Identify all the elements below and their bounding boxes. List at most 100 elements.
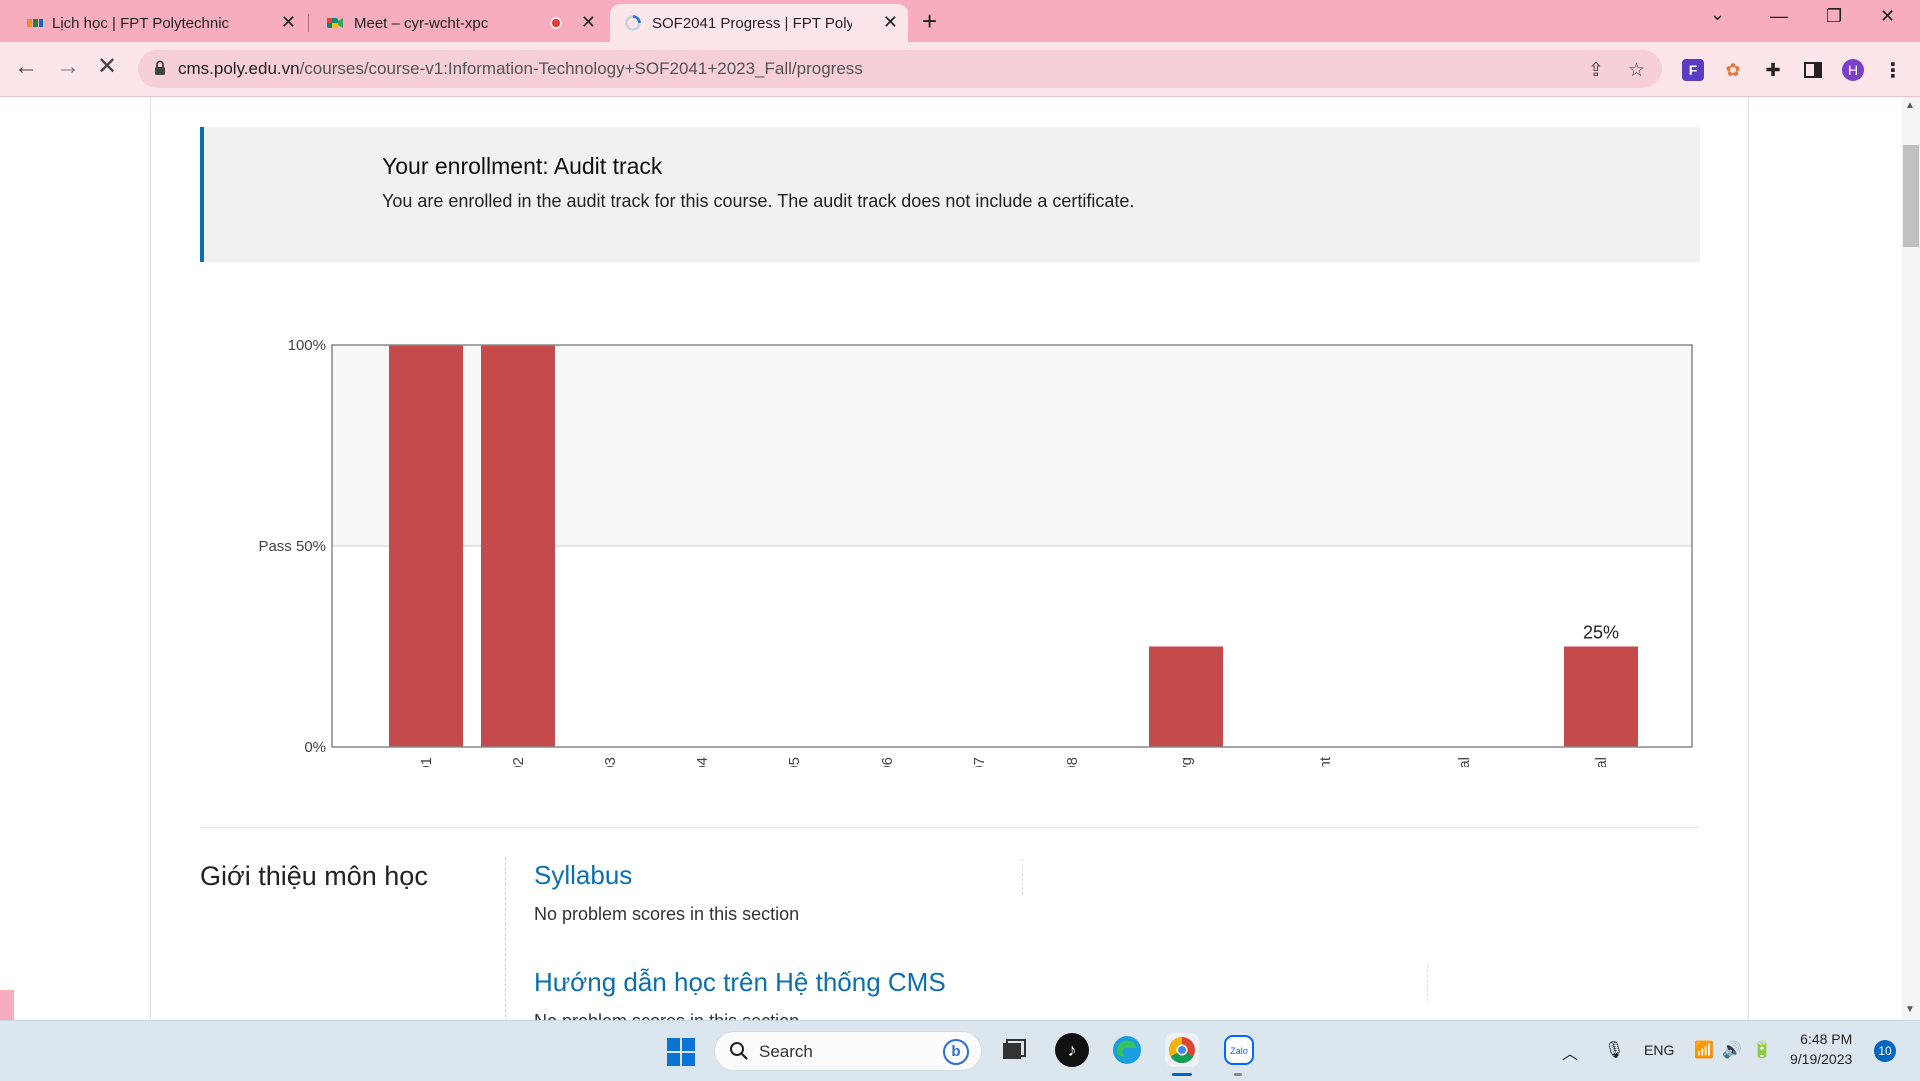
bookmark-star-icon[interactable]: ☆	[1628, 59, 1645, 82]
chrome-icon[interactable]	[1165, 1033, 1199, 1067]
loading-spinner-icon	[625, 15, 641, 31]
tiktok-icon[interactable]: ♪	[1055, 1033, 1089, 1067]
windows-taskbar: Search b ♪ Zalo ︿ 🎙 ENG 📶 🔊 🔋 6:48 PM 9/…	[0, 1020, 1920, 1081]
bar-quiz-avg	[1149, 646, 1223, 747]
fpt-icon	[27, 19, 43, 27]
profile-avatar[interactable]: H	[1842, 59, 1864, 81]
stop-loading-icon[interactable]: ✕	[97, 55, 117, 79]
x-tick-label: Quiz 03	[602, 757, 619, 767]
language-indicator[interactable]: ENG	[1644, 1042, 1674, 1058]
tab-close-icon[interactable]: ✕	[581, 13, 596, 31]
tab-title: SOF2041 Progress | FPT Polytechni	[652, 14, 852, 32]
content-frame-right	[1748, 97, 1749, 1020]
svg-text:Zalo: Zalo	[1230, 1046, 1248, 1056]
zalo-icon[interactable]: Zalo	[1222, 1033, 1256, 1067]
lock-icon	[155, 60, 165, 75]
show-hidden-icons-chevron-icon[interactable]: ︿	[1562, 1040, 1578, 1064]
subsection-separator	[1427, 965, 1428, 1001]
side-panel-icon[interactable]	[1802, 59, 1824, 81]
system-clock[interactable]: 6:48 PM 9/19/2023	[1790, 1029, 1852, 1069]
bar-quiz-02	[481, 345, 555, 747]
edge-icon[interactable]	[1110, 1033, 1144, 1067]
subsection-note: No problem scores in this section	[534, 904, 800, 924]
scroll-down-arrow-icon[interactable]: ▼	[1905, 1004, 1915, 1015]
microphone-icon[interactable]: 🎙	[1604, 1040, 1624, 1060]
x-tick-label: Total	[1593, 757, 1610, 767]
close-window-icon[interactable]: ✕	[1880, 6, 1895, 27]
subsection-separator	[1022, 859, 1023, 895]
tab-search-chevron-icon[interactable]: ⌄	[1710, 4, 1725, 25]
url-path: /courses/course-v1:Information-Technolog…	[299, 59, 863, 78]
page-edge-marker	[0, 990, 14, 1020]
section-title: Giới thiệu môn học	[200, 861, 428, 891]
tab-strip: Lịch học | FPT Polytechnic ✕ Meet – cyr-…	[0, 0, 1920, 42]
windows-start-icon[interactable]	[666, 1037, 696, 1067]
clock-time: 6:48 PM	[1800, 1031, 1853, 1047]
x-tick-label: Final	[1456, 757, 1473, 767]
recording-icon	[550, 17, 562, 29]
url-text: cms.poly.edu.vn/courses/course-v1:Inform…	[178, 59, 863, 79]
bar-quiz-01	[389, 345, 463, 747]
x-tick-label: Quiz 01	[418, 757, 435, 767]
tab-title: Lịch học | FPT Polytechnic	[52, 14, 230, 32]
x-tick-label: Quiz 05	[786, 757, 803, 767]
forward-arrow-icon[interactable]: →	[56, 55, 80, 79]
zalo-running-indicator	[1234, 1073, 1242, 1076]
section-divider-vertical	[505, 857, 506, 1020]
bar-total	[1564, 646, 1638, 747]
back-arrow-icon[interactable]: ←	[14, 55, 38, 79]
subsection-link-syllabus[interactable]: Syllabus	[534, 860, 632, 891]
y-tick-label: Pass 50%	[258, 538, 326, 555]
grade-chart-svg: 100% Pass 50% 0% Quiz 01 Quiz 02 Quiz 03 Quiz …	[258, 337, 1693, 835]
grade-chart: 100% Pass 50% 0% Quiz 01 Quiz 02 Quiz 03 Quiz …	[200, 287, 1700, 835]
x-tick-label: Quiz 06	[879, 757, 896, 767]
url-host: cms.poly.edu.vn	[178, 59, 300, 78]
google-meet-icon	[327, 18, 343, 28]
scroll-up-arrow-icon[interactable]: ▲	[1905, 100, 1915, 111]
extensions-puzzle-icon[interactable]: ✚	[1762, 59, 1784, 81]
content-frame-left	[150, 97, 151, 1020]
y-tick-label: 0%	[304, 739, 326, 756]
subsection-link-cms-guide[interactable]: Hướng dẫn học trên Hệ thống CMS	[534, 967, 946, 998]
tab-title: Meet – cyr-wcht-xpc	[354, 14, 489, 32]
x-tick-label: Quiz 07	[971, 757, 988, 767]
x-tick-label: Quiz 02	[510, 757, 527, 767]
bar-value-label: 25%	[1583, 623, 1619, 643]
clock-date: 9/19/2023	[1790, 1051, 1853, 1067]
extension-f-icon[interactable]: F	[1682, 59, 1704, 81]
browser-menu-icon[interactable]: ⋮	[1882, 59, 1904, 82]
address-bar[interactable]: cms.poly.edu.vn/courses/course-v1:Inform…	[138, 50, 1662, 88]
page-viewport: Your enrollment: Audit track You are enr…	[0, 97, 1902, 1020]
bing-icon[interactable]: b	[943, 1039, 969, 1065]
restore-icon[interactable]: ❐	[1826, 6, 1842, 27]
enrollment-banner: Your enrollment: Audit track You are enr…	[200, 127, 1700, 262]
x-tick-label: Assingment	[1317, 756, 1334, 767]
new-tab-plus-icon[interactable]: +	[922, 8, 937, 34]
battery-icon[interactable]: 🔋	[1752, 1040, 1772, 1060]
tab-lich-hoc[interactable]: Lịch học | FPT Polytechnic ✕	[26, 4, 306, 42]
x-tick-label: Quiz 04	[694, 757, 711, 767]
subsection-note: No problem scores in this section	[534, 1011, 799, 1020]
tab-meet[interactable]: Meet – cyr-wcht-xpc ✕	[326, 4, 606, 42]
enrollment-title: Your enrollment: Audit track	[382, 153, 663, 179]
tab-sof2041-progress[interactable]: SOF2041 Progress | FPT Polytechni ✕	[610, 4, 908, 42]
enrollment-message: You are enrolled in the audit track for …	[382, 191, 1135, 211]
notification-badge[interactable]: 10	[1874, 1040, 1896, 1062]
section-divider	[200, 827, 1700, 828]
tab-close-icon[interactable]: ✕	[883, 13, 898, 31]
tab-separator	[308, 14, 309, 32]
share-icon[interactable]: ⇪	[1588, 59, 1604, 82]
volume-icon[interactable]: 🔊	[1722, 1040, 1742, 1060]
x-tick-label: Quiz 08	[1064, 757, 1081, 767]
x-tick-label: Quiz Avg	[1178, 757, 1195, 767]
scrollbar-thumb[interactable]	[1903, 145, 1919, 247]
chrome-active-indicator	[1172, 1073, 1192, 1076]
taskbar-search-box[interactable]: Search b	[714, 1031, 982, 1071]
browser-toolbar: ← → ✕ cms.poly.edu.vn/courses/course-v1:…	[0, 42, 1920, 97]
task-view-icon[interactable]	[997, 1033, 1031, 1067]
extension-fox-icon[interactable]: ✿	[1722, 59, 1744, 81]
tab-close-icon[interactable]: ✕	[281, 13, 296, 31]
wifi-icon[interactable]: 📶	[1694, 1040, 1714, 1060]
minimize-icon[interactable]: —	[1770, 6, 1788, 27]
search-icon	[730, 1042, 748, 1060]
